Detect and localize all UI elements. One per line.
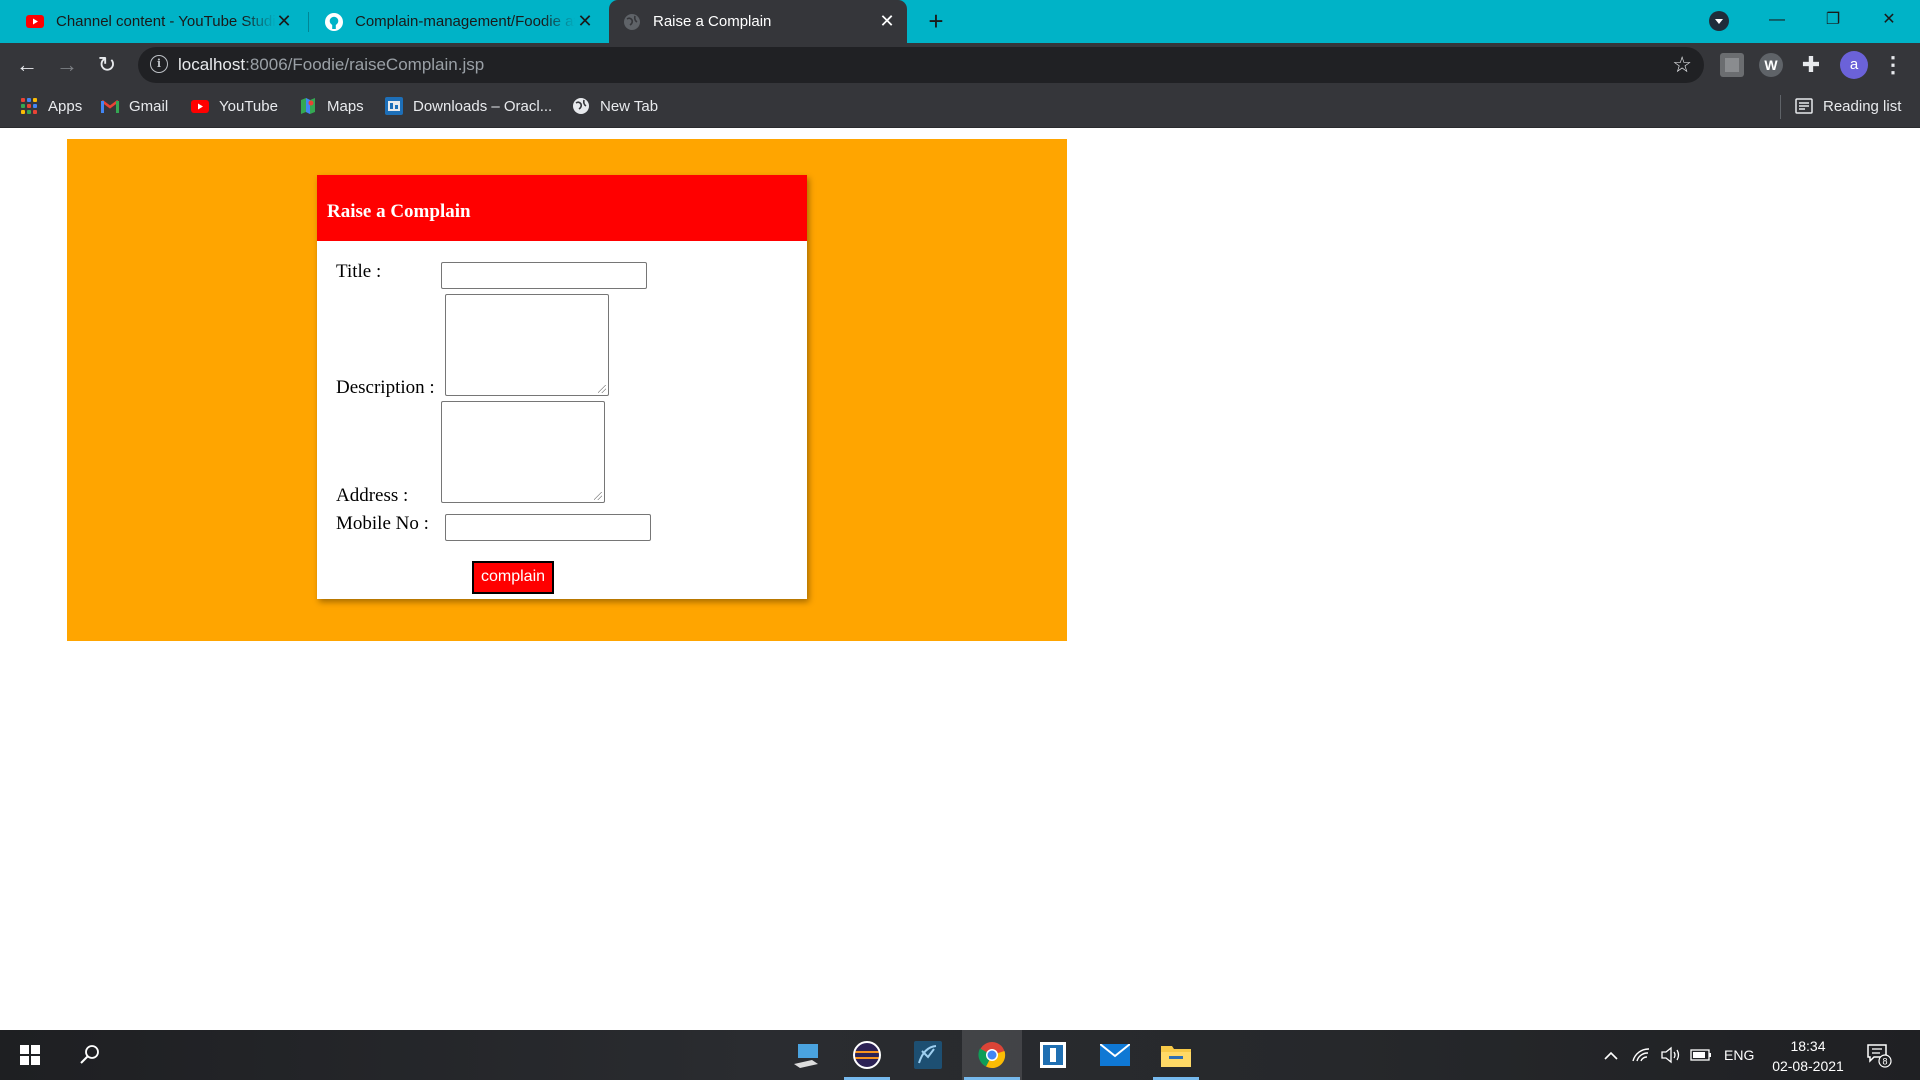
bookmark-downloads-oracle[interactable]: Downloads – Oracl...: [385, 97, 552, 115]
volume-icon[interactable]: [1660, 1030, 1682, 1080]
globe-icon: [572, 97, 590, 115]
close-window-icon[interactable]: ✕: [1866, 4, 1912, 36]
complain-button[interactable]: complain: [472, 561, 554, 594]
taskbar-desktop-app-icon[interactable]: [781, 1030, 831, 1080]
mobile-input[interactable]: [445, 514, 651, 541]
reading-list-label: Reading list: [1823, 97, 1902, 115]
taskbar-eclipse-icon[interactable]: [842, 1030, 892, 1080]
search-icon[interactable]: [78, 1043, 102, 1067]
bookmark-maps[interactable]: Maps: [299, 97, 364, 115]
menu-kebab-icon[interactable]: ⋮: [1882, 51, 1904, 79]
address-label: Address :: [336, 485, 409, 506]
close-tab-icon[interactable]: ✕: [575, 11, 595, 31]
url-text[interactable]: localhost:8006/Foodie/raiseComplain.jsp: [178, 55, 484, 75]
bookmarks-divider: [1780, 95, 1781, 119]
browser-toolbar: ← → ↻ i localhost:8006/Foodie/raiseCompl…: [0, 43, 1920, 87]
bookmark-label: Gmail: [129, 97, 169, 115]
tab-divider: [308, 12, 309, 32]
clock-date: 02-08-2021: [1772, 1058, 1844, 1074]
taskbar-chrome-icon[interactable]: [962, 1030, 1022, 1080]
form-title: Raise a Complain: [327, 201, 471, 222]
apps-grid-icon: [20, 97, 38, 115]
minimize-icon[interactable]: —: [1754, 4, 1800, 36]
browser-tab-strip: Channel content - YouTube Studio ✕ Compl…: [0, 0, 1920, 43]
youtube-icon: [191, 97, 209, 115]
reading-list-icon: [1795, 97, 1813, 115]
description-label: Description :: [336, 377, 435, 398]
bookmark-label: Apps: [48, 97, 83, 115]
description-textarea[interactable]: [445, 294, 609, 396]
address-bar[interactable]: i localhost:8006/Foodie/raiseComplain.js…: [138, 47, 1704, 83]
forward-arrow-icon[interactable]: →: [52, 50, 82, 80]
bookmarks-bar: Apps Gmail YouTube Maps Downloads – Orac…: [0, 87, 1920, 128]
extensions-puzzle-icon[interactable]: ✚: [1799, 53, 1823, 77]
title-input[interactable]: [441, 262, 647, 289]
bookmark-label: Downloads – Oracl...: [413, 97, 553, 115]
clock-time: 18:34: [1790, 1038, 1826, 1054]
content-panel: Raise a Complain Title : Description : A…: [67, 139, 1067, 641]
globe-icon: [623, 13, 641, 31]
tab-raise-complain[interactable]: Raise a Complain ✕: [609, 0, 907, 43]
github-icon: [325, 12, 343, 31]
reading-list-button[interactable]: Reading list: [1795, 97, 1901, 115]
battery-icon[interactable]: [1690, 1030, 1712, 1080]
notification-center-icon[interactable]: 8: [1866, 1042, 1892, 1068]
complain-form: Raise a Complain Title : Description : A…: [317, 175, 807, 599]
tab-github[interactable]: Complain-management/Foodie at main ✕: [313, 0, 605, 43]
language-indicator[interactable]: ENG: [1724, 1030, 1754, 1080]
taskbar-mysql-icon[interactable]: [903, 1030, 953, 1080]
bookmark-star-icon[interactable]: ☆: [1672, 52, 1692, 78]
close-tab-icon[interactable]: ✕: [877, 11, 897, 31]
restore-icon[interactable]: ❐: [1810, 4, 1856, 36]
tab-search-icon[interactable]: [1709, 11, 1729, 31]
new-tab-button[interactable]: +: [922, 7, 950, 35]
show-hidden-icons-chevron-icon[interactable]: [1603, 1030, 1619, 1080]
bookmark-label: Maps: [327, 97, 364, 115]
tab-title: Complain-management/Foodie at main: [355, 13, 575, 30]
bookmark-label: YouTube: [219, 97, 278, 115]
page-viewport: Raise a Complain Title : Description : A…: [0, 128, 1920, 1030]
form-header: Raise a Complain: [317, 175, 807, 241]
bookmark-new-tab[interactable]: New Tab: [572, 97, 658, 115]
close-tab-icon[interactable]: ✕: [274, 11, 294, 31]
taskbar-file-explorer-icon[interactable]: [1151, 1030, 1201, 1080]
gmail-icon: [101, 97, 119, 115]
windows-start-icon[interactable]: [20, 1045, 40, 1065]
back-arrow-icon[interactable]: ←: [12, 50, 42, 80]
windows-taskbar: ENG 18:34 02-08-2021 8: [0, 1030, 1920, 1080]
profile-avatar[interactable]: a: [1840, 51, 1868, 79]
oracle-icon: [385, 97, 403, 115]
extension-icon[interactable]: [1720, 53, 1744, 77]
site-info-icon[interactable]: i: [150, 55, 168, 73]
taskbar-app-icon[interactable]: [1028, 1030, 1078, 1080]
title-label: Title :: [336, 261, 382, 282]
taskbar-clock[interactable]: 18:34 02-08-2021: [1760, 1036, 1856, 1076]
tab-title: Channel content - YouTube Studio: [56, 13, 276, 30]
maps-icon: [299, 97, 317, 115]
extension-w-icon[interactable]: W: [1759, 53, 1783, 77]
bookmark-label: New Tab: [600, 97, 659, 115]
notification-count: 8: [1882, 1057, 1887, 1067]
reload-icon[interactable]: ↻: [92, 50, 122, 80]
tab-title: Raise a Complain: [653, 13, 772, 30]
taskbar-mail-icon[interactable]: [1090, 1030, 1140, 1080]
youtube-icon: [26, 13, 44, 31]
bookmark-gmail[interactable]: Gmail: [101, 97, 168, 115]
bookmark-youtube[interactable]: YouTube: [191, 97, 278, 115]
mobile-label: Mobile No :: [336, 513, 429, 534]
bookmark-apps[interactable]: Apps: [20, 97, 82, 115]
wifi-icon[interactable]: [1632, 1030, 1650, 1080]
tab-youtube-studio[interactable]: Channel content - YouTube Studio ✕: [14, 0, 304, 43]
address-textarea[interactable]: [441, 401, 605, 503]
